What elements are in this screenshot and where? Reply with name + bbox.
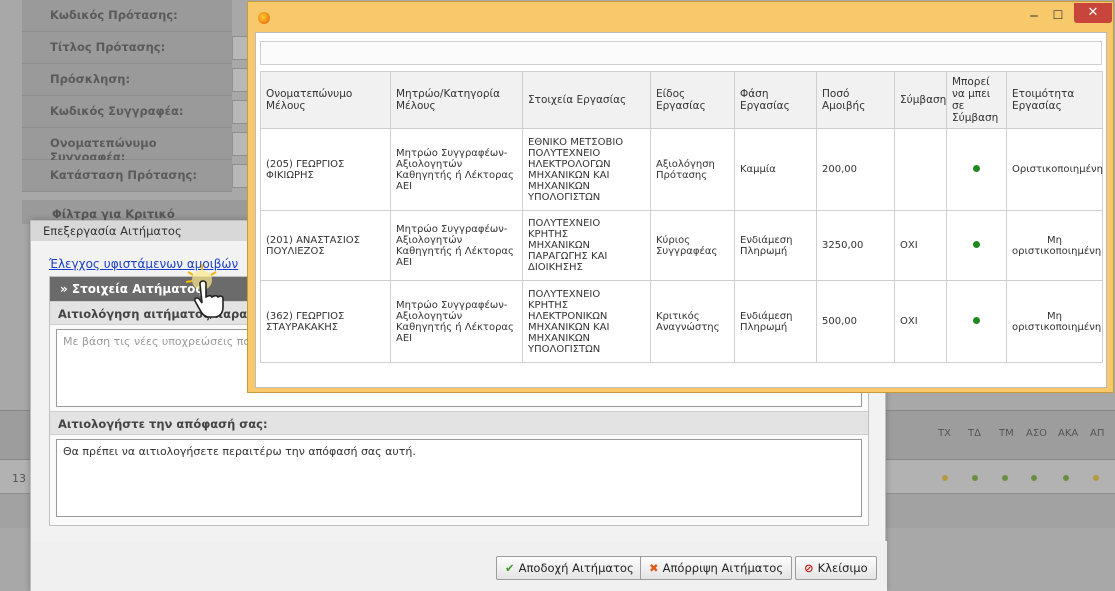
green-dot-icon <box>973 317 980 324</box>
table-row[interactable]: (205) ΓΕΩΡΓΙΟΣ ΦΙΚΙΩΡΗΣ Μητρώο Συγγραφέω… <box>260 128 1103 211</box>
label-call: Πρόσκληση: <box>22 64 232 96</box>
table-header-row: Ονοματεπώνυμο Μέλους Μητρώο/Κατηγορία Μέ… <box>260 71 1103 129</box>
status-dot <box>1063 475 1069 481</box>
cell-work: ΠΟΛΥΤΕΧΝΕΙΟ ΚΡΗΤΗΣ ΜΗΧΑΝΙΚΩΝ ΠΑΡΑΓΩΓΗΣ Κ… <box>522 210 651 281</box>
label-author-name: Ονοματεπώνυμο Συγγραφέα: <box>22 128 232 164</box>
status-dot <box>942 475 948 481</box>
col-td: ΤΔ <box>968 428 981 439</box>
maximize-button[interactable]: ☐ <box>1048 8 1068 26</box>
cell-work: ΕΘΝΙΚΟ ΜΕΤΣΟΒΙΟ ΠΟΛΥΤΕΧΝΕΙΟ ΗΛΕΚΤΡΟΛΟΓΩΝ… <box>522 128 651 211</box>
close-window-button[interactable]: ✕ <box>1074 3 1112 23</box>
cell-work: ΠΟΛΥΤΕΧΝΕΙΟ ΚΡΗΤΗΣ ΗΛΕΚΤΡΟΝΙΚΩΝ ΜΗΧΑΝΙΚΩ… <box>522 280 651 363</box>
cell-readiness: Οριστικοποιημένη <box>1006 128 1103 211</box>
cell-member: (201) ΑΝΑΣΤΑΣΙΟΣ ΠΟΥΛΙΕΖΟΣ <box>260 210 391 281</box>
col-tm: ΤΜ <box>999 428 1014 439</box>
cell-registry: Μητρώο Συγγραφέων- Αξιολογητών Καθηγητής… <box>390 128 523 211</box>
browser-icon <box>258 12 270 24</box>
col-contract[interactable]: Σύμβαση <box>894 71 947 129</box>
col-work-phase[interactable]: Φάση Εργασίας <box>734 71 817 129</box>
col-fee-amount[interactable]: Ποσό Αμοιβής <box>816 71 895 129</box>
minimize-button[interactable]: ‒ <box>1024 8 1044 26</box>
accept-request-button[interactable]: ✔ Αποδοχή Αιτήματος <box>496 556 643 580</box>
close-dialog-button[interactable]: ⊘ Κλείσιμο <box>795 556 877 580</box>
cell-amount: 3250,00 <box>816 210 895 281</box>
cell-phase: Καμμία <box>734 128 817 211</box>
label-author-code: Κωδικός Συγγραφέα: <box>22 96 232 128</box>
no-entry-icon: ⊘ <box>804 561 814 575</box>
x-icon: ✖ <box>649 561 659 575</box>
green-dot-icon <box>973 165 980 172</box>
decision-textarea[interactable]: Θα πρέπει να αιτιολογήσετε περαιτέρω την… <box>56 439 862 517</box>
cell-type: Κύριος Συγγραφέας <box>650 210 735 281</box>
cell-type: Κριτικός Αναγνώστης <box>650 280 735 363</box>
status-dot <box>1002 475 1008 481</box>
fees-table: Ονοματεπώνυμο Μέλους Μητρώο/Κατηγορία Μέ… <box>260 71 1103 363</box>
row-number: 13 <box>12 472 26 485</box>
cell-registry: Μητρώο Συγγραφέων- Αξιολογητών Καθηγητής… <box>390 210 523 281</box>
cell-can-contract <box>946 128 1007 211</box>
cell-phase: Ενδιάμεση Πληρωμή <box>734 280 817 363</box>
label-proposal-title: Τίτλος Πρότασης: <box>22 32 232 64</box>
col-work-type[interactable]: Είδος Εργασίας <box>650 71 735 129</box>
status-dot <box>1093 475 1099 481</box>
window-content: Ονοματεπώνυμο Μέλους Μητρώο/Κατηγορία Μέ… <box>255 32 1107 388</box>
cell-registry: Μητρώο Συγγραφέων- Αξιολογητών Καθηγητής… <box>390 280 523 363</box>
cell-can-contract <box>946 210 1007 281</box>
label-proposal-code: Κωδικός Πρότασης: <box>22 0 232 32</box>
check-icon: ✔ <box>505 561 515 575</box>
cell-readiness: Μη οριστικοποιημένη <box>1006 210 1103 281</box>
cell-contract <box>894 128 947 211</box>
reject-request-button[interactable]: ✖ Απόρριψη Αιτήματος <box>640 556 793 580</box>
cell-type: Αξιολόγηση Πρότασης <box>650 128 735 211</box>
col-member-registry[interactable]: Μητρώο/Κατηγορία Μέλους <box>390 71 523 129</box>
col-aso: ΑΣΟ <box>1026 428 1048 439</box>
cell-member: (205) ΓΕΩΡΓΙΟΣ ΦΙΚΙΩΡΗΣ <box>260 128 391 211</box>
existing-fees-window: ‒ ☐ ✕ Ονοματεπώνυμο Μέλους Μητρώο/Κατηγο… <box>247 1 1114 393</box>
status-dot <box>1031 475 1037 481</box>
col-aka: ΑΚΑ <box>1058 428 1079 439</box>
col-work-readiness[interactable]: Ετοιμότητα Εργασίας <box>1006 71 1103 129</box>
col-tx: ΤΧ <box>938 428 951 439</box>
cell-contract: ΟΧΙ <box>894 210 947 281</box>
address-bar[interactable] <box>260 41 1102 65</box>
cell-amount: 500,00 <box>816 280 895 363</box>
cell-readiness: Μη οριστικοποιημένη <box>1006 280 1103 363</box>
col-work-details[interactable]: Στοιχεία Εργασίας <box>522 71 651 129</box>
col-can-contract[interactable]: Μπορεί να μπει σε Σύμβαση <box>946 71 1007 129</box>
cell-amount: 200,00 <box>816 128 895 211</box>
green-dot-icon <box>973 241 980 248</box>
hand-cursor-icon <box>193 280 224 318</box>
cell-can-contract <box>946 280 1007 363</box>
col-member-name[interactable]: Ονοματεπώνυμο Μέλους <box>260 71 391 129</box>
table-row[interactable]: (362) ΓΕΩΡΓΙΟΣ ΣΤΑΥΡΑΚΑΚΗΣ Μητρώο Συγγρα… <box>260 280 1103 363</box>
col-ap: ΑΠ <box>1090 428 1105 439</box>
window-titlebar[interactable]: ‒ ☐ ✕ <box>248 2 1113 32</box>
status-dot <box>972 475 978 481</box>
cell-contract: ΟΧΙ <box>894 280 947 363</box>
decision-label: Αιτιολογήστε την απόφασή σας: <box>50 411 868 435</box>
table-row[interactable]: (201) ΑΝΑΣΤΑΣΙΟΣ ΠΟΥΛΙΕΖΟΣ Μητρώο Συγγρα… <box>260 210 1103 281</box>
cell-member: (362) ΓΕΩΡΓΙΟΣ ΣΤΑΥΡΑΚΑΚΗΣ <box>260 280 391 363</box>
cell-phase: Ενδιάμεση Πληρωμή <box>734 210 817 281</box>
label-proposal-status: Κατάσταση Πρότασης: <box>22 160 232 192</box>
